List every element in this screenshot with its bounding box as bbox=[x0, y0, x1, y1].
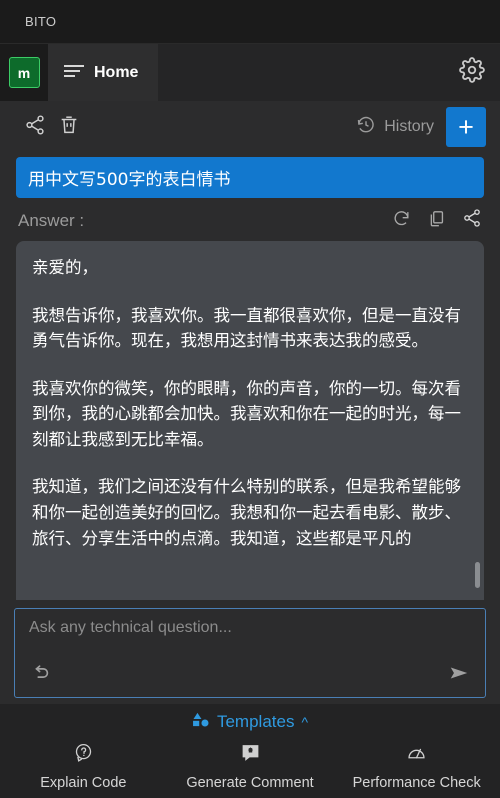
menu-lines-icon bbox=[64, 64, 84, 83]
chat-area: 用中文写500字的表白情书 Answer : 亲爱的， 我想告诉你，我喜欢你。我… bbox=[0, 153, 500, 600]
copy-icon[interactable] bbox=[427, 209, 446, 233]
refresh-icon[interactable] bbox=[392, 209, 411, 233]
bottom-toolbar: Templates ^ Explain Code Generate Commen… bbox=[0, 704, 500, 798]
share-chat-button[interactable] bbox=[18, 110, 52, 144]
quick-actions: Explain Code Generate Comment Performanc… bbox=[0, 742, 500, 791]
comment-bubble-icon bbox=[240, 742, 261, 768]
composer-box[interactable]: Ask any technical question... bbox=[14, 608, 486, 698]
answer-label: Answer : bbox=[18, 210, 85, 230]
gauge-icon bbox=[406, 742, 427, 768]
chevron-up-icon: ^ bbox=[301, 714, 309, 730]
performance-check-button[interactable]: Performance Check bbox=[333, 742, 500, 791]
new-chat-button[interactable]: + bbox=[446, 107, 486, 147]
answer-paragraph: 我喜欢你的微笑，你的眼睛，你的声音，你的一切。每次看到你，我的心跳都会加快。我喜… bbox=[32, 378, 461, 449]
history-label: History bbox=[384, 118, 434, 135]
explain-code-button[interactable]: Explain Code bbox=[0, 742, 167, 791]
question-input[interactable]: Ask any technical question... bbox=[29, 619, 471, 662]
gear-icon bbox=[459, 57, 485, 88]
undo-arrow-icon[interactable] bbox=[29, 662, 53, 689]
tab-home[interactable]: Home bbox=[48, 44, 159, 101]
tab-bar: m Home bbox=[0, 44, 500, 101]
templates-button[interactable]: Templates ^ bbox=[0, 712, 500, 732]
answer-tools bbox=[392, 208, 482, 233]
generate-comment-label: Generate Comment bbox=[186, 775, 314, 791]
generate-comment-button[interactable]: Generate Comment bbox=[167, 742, 334, 791]
tab-bar-empty-space bbox=[158, 44, 444, 101]
composer-area: Ask any technical question... bbox=[0, 600, 500, 704]
question-bubble-icon bbox=[73, 742, 94, 768]
shapes-icon bbox=[192, 712, 210, 732]
settings-button[interactable] bbox=[444, 44, 500, 101]
delete-chat-button[interactable] bbox=[52, 110, 86, 144]
answer-text-panel: 亲爱的， 我想告诉你，我喜欢你。我一直都很喜欢你，但是一直没有勇气告诉你。现在，… bbox=[16, 241, 484, 600]
share-icon bbox=[24, 114, 46, 141]
answer-scrollbar-thumb[interactable] bbox=[475, 562, 480, 588]
avatar-container[interactable]: m bbox=[0, 44, 48, 101]
trash-icon bbox=[58, 114, 80, 141]
answer-paragraph: 亲爱的， bbox=[32, 258, 98, 277]
history-clock-icon bbox=[356, 115, 376, 140]
history-button[interactable]: History bbox=[356, 115, 434, 140]
send-arrow-icon[interactable] bbox=[447, 662, 471, 689]
answer-header: Answer : bbox=[0, 198, 500, 241]
templates-label: Templates bbox=[216, 712, 295, 731]
bito-panel: BITO m Home History + 用中文写500字的表白情书 Answ… bbox=[0, 0, 500, 798]
window-title: BITO bbox=[25, 14, 57, 29]
answer-paragraph: 我想告诉你，我喜欢你。我一直都很喜欢你，但是一直没有勇气告诉你。现在，我想用这封… bbox=[32, 305, 461, 351]
performance-check-label: Performance Check bbox=[352, 775, 481, 791]
avatar[interactable]: m bbox=[8, 57, 40, 88]
share-icon[interactable] bbox=[462, 208, 482, 233]
user-question: 用中文写500字的表白情书 bbox=[16, 157, 484, 198]
answer-paragraph: 我知道，我们之间还没有什么特别的联系，但是我希望能够和你一起创造美好的回忆。我想… bbox=[32, 477, 461, 548]
window-titlebar: BITO bbox=[0, 0, 500, 44]
composer-footer bbox=[29, 662, 471, 689]
explain-code-label: Explain Code bbox=[40, 775, 127, 791]
chat-action-toolbar: History + bbox=[0, 101, 500, 153]
tab-home-label: Home bbox=[94, 64, 139, 81]
